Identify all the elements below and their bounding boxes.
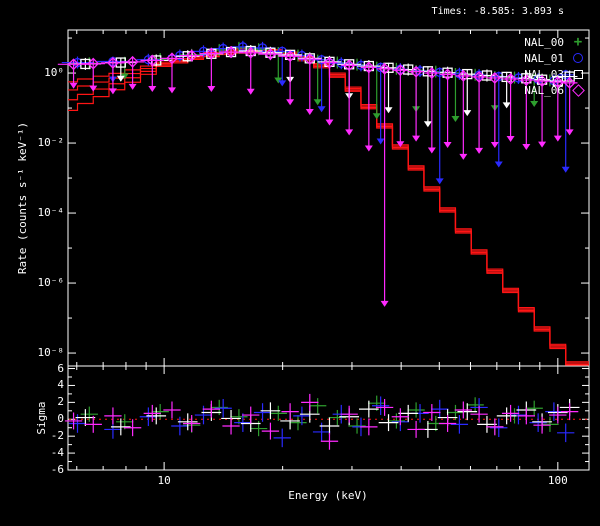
legend-item-nal06: NAL_06 bbox=[524, 82, 588, 98]
legend-label: NAL_01 bbox=[524, 51, 564, 65]
legend-item-nal03: NAL_03 bbox=[524, 66, 588, 82]
axis-tick-label: 10 bbox=[157, 474, 171, 487]
legend-item-nal00: NAL_00 + bbox=[524, 34, 588, 50]
square-marker-icon bbox=[568, 67, 588, 81]
sigma-axis-label: Sigma bbox=[35, 401, 48, 435]
legend-label: NAL_03 bbox=[524, 67, 564, 81]
legend-item-nal01: NAL_01 bbox=[524, 50, 588, 66]
diamond-marker-icon bbox=[568, 83, 588, 97]
times-range-label: Times: -8.585: 3.893 s bbox=[431, 6, 564, 17]
axis-tick-label: 10⁰ bbox=[44, 66, 64, 80]
legend-label: NAL_00 bbox=[524, 35, 564, 49]
rate-axis-label: Rate (counts s⁻¹ keV⁻¹) bbox=[16, 121, 29, 275]
axis-tick-label: 100 bbox=[547, 474, 568, 487]
legend-label: NAL_06 bbox=[524, 83, 564, 97]
spectrum-plot[interactable] bbox=[0, 0, 600, 526]
plus-marker-icon: + bbox=[573, 34, 583, 50]
energy-axis-label: Energy (keV) bbox=[288, 489, 368, 502]
detector-legend: NAL_00 + NAL_01 NAL_03 NAL_06 bbox=[524, 34, 588, 98]
spectral-fit-window: 10 100 10⁰ 10⁻² 10⁻⁴ 10⁻⁶ 10⁻⁸ 6 4 2 0 -2 -4 -6 Times… bbox=[0, 0, 600, 526]
circle-marker-icon bbox=[568, 51, 588, 65]
